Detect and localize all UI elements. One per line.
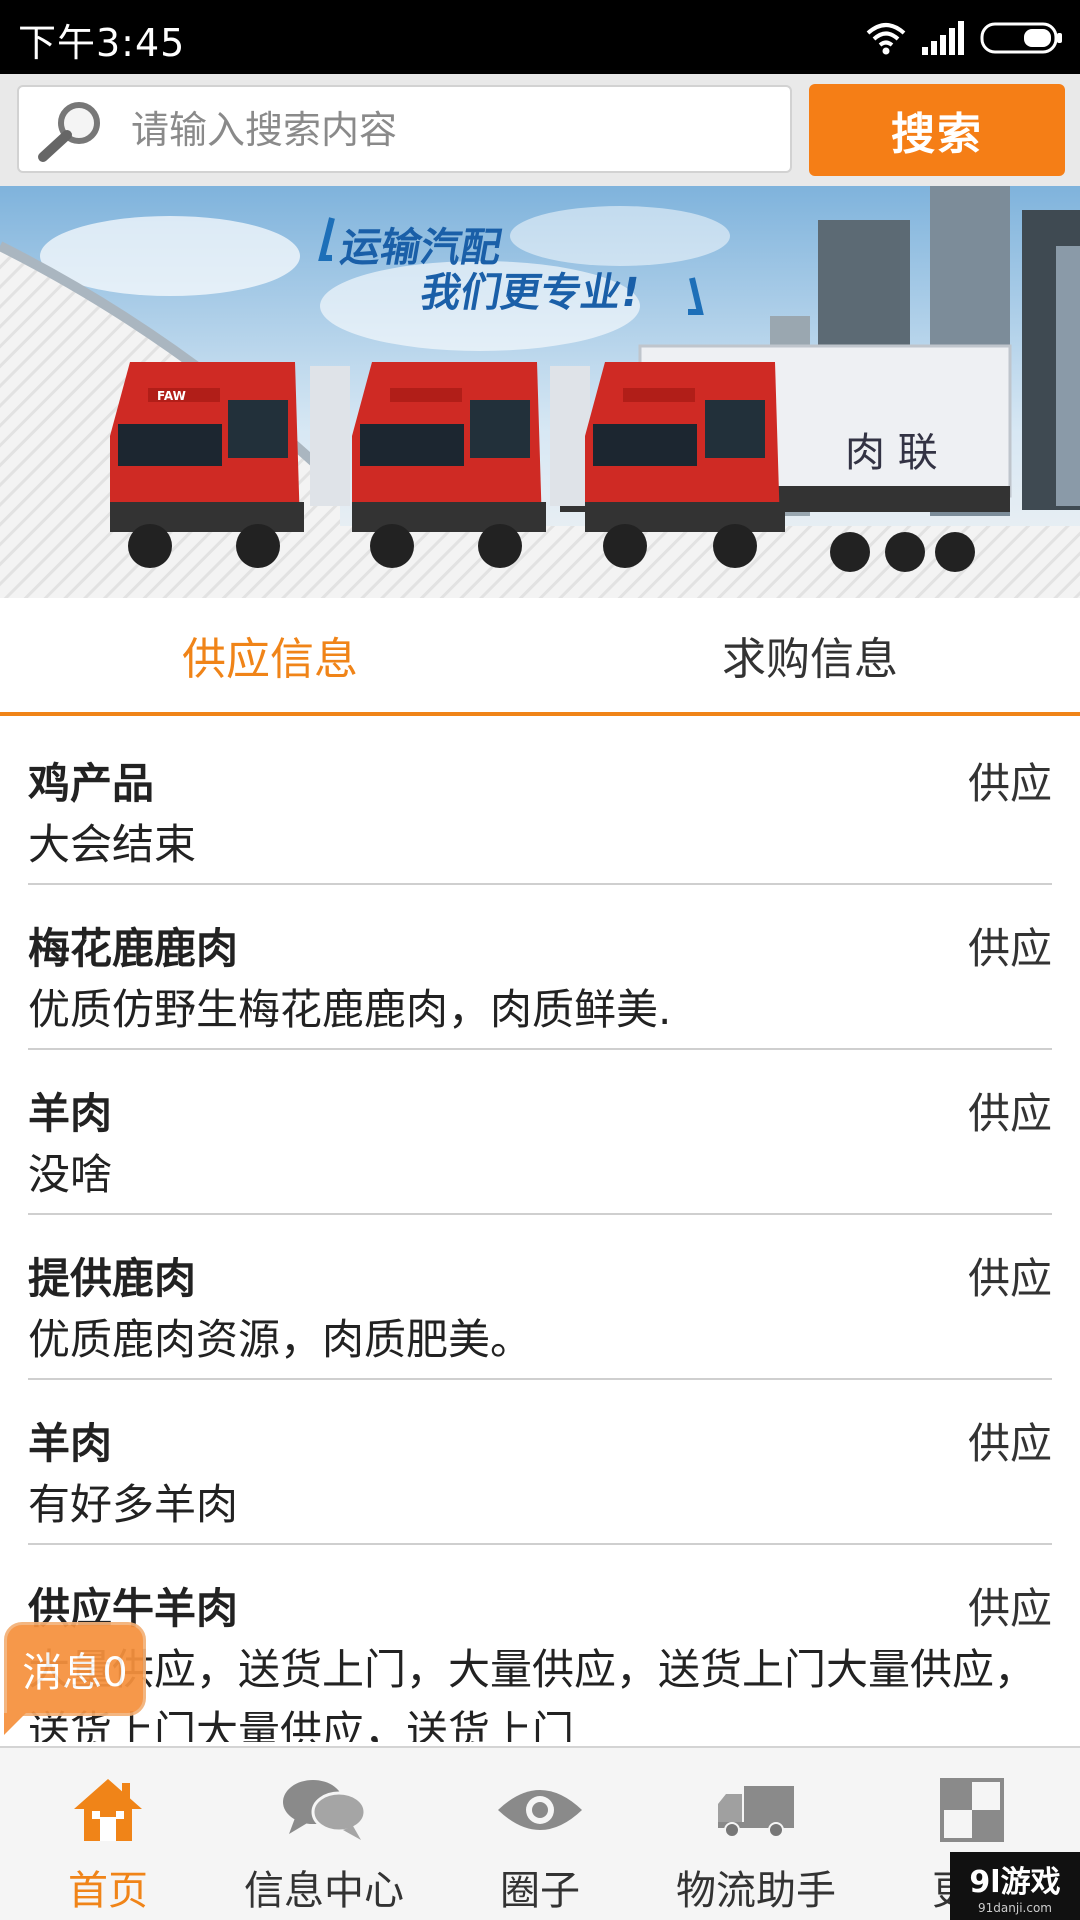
- list-item[interactable]: 羊肉 供应 有好多羊肉: [28, 1380, 1052, 1545]
- cab-badge: FAW: [157, 389, 186, 403]
- nav-info-center-label: 信息中心: [244, 1868, 404, 1914]
- banner-image: 运输汽配 我们更专业! 肉 联 FAW: [0, 186, 1080, 598]
- eye-icon: [498, 1790, 582, 1830]
- search-icon: [38, 102, 100, 162]
- watermark-brand: 9l游戏: [969, 1865, 1061, 1900]
- item-description: 大会结束: [28, 820, 197, 869]
- message-badge-label: 消息0: [22, 1650, 128, 1696]
- status-icons: [866, 18, 1064, 58]
- nav-circle[interactable]: 圈子: [432, 1748, 648, 1920]
- search-input[interactable]: [131, 101, 771, 159]
- banner-headline-1: 运输汽配: [337, 224, 505, 271]
- message-badge[interactable]: 消息0: [4, 1622, 146, 1735]
- item-title: 鸡产品: [28, 759, 155, 808]
- search-box[interactable]: [17, 85, 792, 173]
- tab-purchase-info[interactable]: 求购信息: [540, 598, 1080, 712]
- supply-list: 鸡产品 供应 大会结束 梅花鹿鹿肉 供应 优质仿野生梅花鹿鹿肉，肉质鲜美. 羊肉…: [28, 720, 1052, 1742]
- status-bar: 下午3:45: [0, 0, 1080, 74]
- list-item[interactable]: 供应牛羊肉 供应 大量供应，送货上门，大量供应，送货上门大量供应，送货上门大量供…: [28, 1545, 1052, 1742]
- item-type: 供应: [967, 1584, 1052, 1633]
- item-title: 提供鹿肉: [28, 1254, 197, 1303]
- watermark-logo: 9l游戏 91danji.com: [950, 1852, 1080, 1920]
- info-tabs: 供应信息 求购信息: [0, 598, 1080, 716]
- watermark-url: 91danji.com: [978, 1901, 1052, 1915]
- grid-icon: [940, 1778, 1004, 1842]
- item-description: 没啥: [28, 1150, 113, 1199]
- item-type: 供应: [967, 924, 1052, 973]
- list-item[interactable]: 羊肉 供应 没啥: [28, 1050, 1052, 1215]
- chat-bubbles-icon: [283, 1780, 367, 1840]
- item-description: 大量供应，送货上门，大量供应，送货上门大量供应，送货上门大量供应，送货上门: [28, 1645, 1037, 1742]
- list-item[interactable]: 鸡产品 供应 大会结束: [28, 720, 1052, 885]
- truck-text: 肉 联: [845, 430, 938, 476]
- promo-banner[interactable]: 运输汽配 我们更专业! 肉 联 FAW: [0, 186, 1080, 598]
- item-title: 羊肉: [28, 1089, 113, 1138]
- search-button[interactable]: 搜索: [809, 84, 1065, 176]
- item-description: 有好多羊肉: [28, 1480, 239, 1529]
- bottom-nav: 首页 信息中心 圈子 物流助手: [0, 1746, 1080, 1920]
- item-type: 供应: [967, 759, 1052, 808]
- signal-icon: [922, 21, 964, 55]
- nav-info-center[interactable]: 信息中心: [216, 1748, 432, 1920]
- nav-circle-label: 圈子: [500, 1868, 580, 1914]
- truck-icon: [718, 1786, 794, 1838]
- banner-headline-2: 我们更专业!: [417, 269, 643, 316]
- list-item[interactable]: 梅花鹿鹿肉 供应 优质仿野生梅花鹿鹿肉，肉质鲜美.: [28, 885, 1052, 1050]
- item-type: 供应: [967, 1089, 1052, 1138]
- home-icon: [74, 1779, 142, 1841]
- item-description: 优质仿野生梅花鹿鹿肉，肉质鲜美.: [28, 985, 672, 1034]
- item-description: 优质鹿肉资源，肉质肥美。: [28, 1315, 533, 1364]
- nav-logistics-label: 物流助手: [676, 1868, 836, 1914]
- message-badge-tail: [4, 1713, 26, 1735]
- item-type: 供应: [967, 1419, 1052, 1468]
- nav-logistics[interactable]: 物流助手: [648, 1748, 864, 1920]
- item-type: 供应: [967, 1254, 1052, 1303]
- nav-home[interactable]: 首页: [0, 1748, 216, 1920]
- list-item[interactable]: 提供鹿肉 供应 优质鹿肉资源，肉质肥美。: [28, 1215, 1052, 1380]
- wifi-icon: [866, 23, 906, 55]
- nav-home-label: 首页: [68, 1868, 148, 1914]
- search-bar: 搜索: [0, 74, 1080, 186]
- battery-icon: [980, 22, 1062, 54]
- status-time: 下午3:45: [18, 21, 186, 65]
- tab-supply-info[interactable]: 供应信息: [0, 598, 540, 712]
- item-title: 梅花鹿鹿肉: [28, 924, 239, 973]
- item-title: 羊肉: [28, 1419, 113, 1468]
